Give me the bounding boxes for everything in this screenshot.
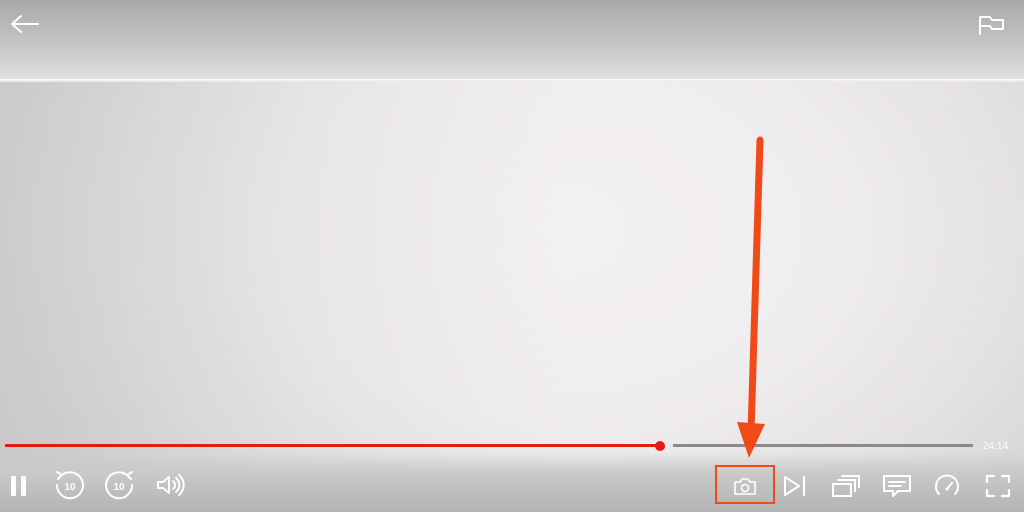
episodes-button[interactable] bbox=[830, 472, 862, 500]
rewind-10-button[interactable]: 10 bbox=[52, 468, 86, 502]
annotation-arrow bbox=[737, 136, 765, 458]
forward-10-icon: 10 bbox=[105, 471, 134, 500]
volume-button[interactable] bbox=[154, 471, 186, 499]
rewind-10-icon: 10 bbox=[55, 471, 84, 500]
fullscreen-icon bbox=[985, 474, 1011, 498]
volume-icon bbox=[157, 474, 185, 496]
top-bar bbox=[0, 0, 1024, 82]
progress-remaining[interactable] bbox=[673, 444, 973, 447]
pause-icon bbox=[11, 476, 26, 496]
pause-button[interactable] bbox=[6, 472, 32, 500]
next-episode-icon bbox=[784, 475, 806, 497]
screenshot-button[interactable] bbox=[730, 472, 760, 500]
camera-icon bbox=[734, 478, 756, 495]
time-remaining: 24:14 bbox=[983, 441, 1009, 452]
subtitles-button[interactable] bbox=[881, 472, 913, 500]
rewind-seconds-label: 10 bbox=[64, 482, 76, 493]
top-bar-edge bbox=[0, 79, 1024, 82]
arrow-left-icon bbox=[11, 15, 39, 33]
forward-10-button[interactable]: 10 bbox=[103, 468, 137, 502]
next-episode-button[interactable] bbox=[781, 473, 809, 499]
progress-scrubber-handle[interactable] bbox=[655, 441, 665, 451]
playback-speed-button[interactable] bbox=[932, 472, 962, 500]
back-button[interactable] bbox=[8, 10, 42, 38]
progress-played[interactable] bbox=[5, 444, 660, 447]
subtitles-icon bbox=[883, 475, 911, 497]
report-button[interactable] bbox=[974, 12, 1008, 38]
episodes-icon bbox=[832, 475, 860, 497]
flag-icon bbox=[979, 16, 1004, 35]
fullscreen-button[interactable] bbox=[983, 472, 1013, 500]
forward-seconds-label: 10 bbox=[113, 482, 125, 493]
speed-icon bbox=[935, 474, 959, 495]
